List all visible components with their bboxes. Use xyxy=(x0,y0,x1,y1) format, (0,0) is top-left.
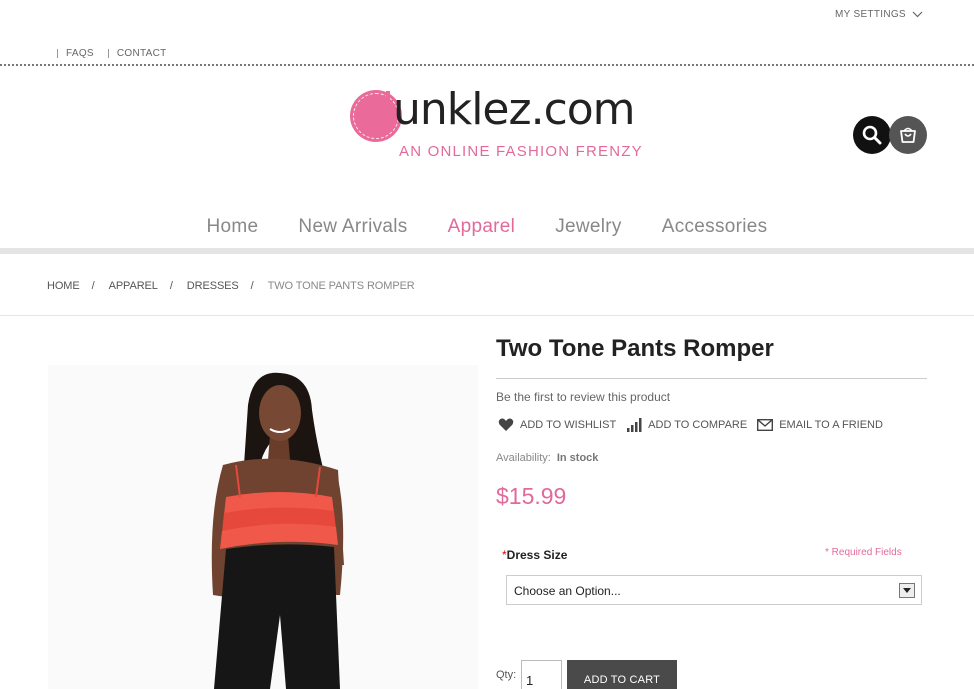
header-divider xyxy=(0,64,974,66)
wishlist-label: ADD TO WISHLIST xyxy=(520,419,617,431)
dress-size-select[interactable]: Choose an Option... xyxy=(506,575,922,605)
email-label: EMAIL TO A FRIEND xyxy=(779,419,883,431)
availability: Availability: In stock xyxy=(496,452,598,464)
cart-button[interactable] xyxy=(889,116,927,154)
title-divider xyxy=(496,378,927,379)
nav-new-arrivals[interactable]: New Arrivals xyxy=(278,216,427,238)
top-links: FAQS CONTACT xyxy=(57,48,181,59)
breadcrumb-apparel[interactable]: APPAREL xyxy=(109,280,158,292)
bar-chart-icon xyxy=(627,418,642,432)
nav-underline-bar xyxy=(0,248,974,254)
quantity-input[interactable]: 1 xyxy=(521,660,562,689)
breadcrumb: HOME / APPAREL / DRESSES / TWO TONE PANT… xyxy=(47,280,415,292)
product-image[interactable] xyxy=(48,365,478,689)
nav-jewelry[interactable]: Jewelry xyxy=(535,216,642,238)
stock-status: In stock xyxy=(556,452,599,464)
main-nav: Home New Arrivals Apparel Jewelry Access… xyxy=(0,216,974,238)
review-link[interactable]: Be the first to review this product xyxy=(496,390,670,404)
dropdown-arrow-icon xyxy=(899,583,915,598)
logo-wordmark: dunklez.com xyxy=(366,84,636,135)
divider xyxy=(57,49,58,58)
faqs-link[interactable]: FAQS xyxy=(66,48,94,59)
breadcrumb-separator: / xyxy=(91,280,95,292)
availability-label: Availability: xyxy=(496,452,551,464)
search-icon xyxy=(862,125,882,145)
nav-apparel[interactable]: Apparel xyxy=(428,216,536,238)
breadcrumb-dresses[interactable]: DRESSES xyxy=(187,280,239,292)
site-logo[interactable]: dunklez.com AN ONLINE FASHION FRENZY xyxy=(348,84,642,166)
add-to-cart-button[interactable]: ADD TO CART xyxy=(567,660,677,689)
shopping-bag-icon xyxy=(900,127,916,143)
heart-icon xyxy=(498,418,514,431)
my-settings-menu[interactable]: MY SETTINGS xyxy=(835,9,923,20)
breadcrumb-separator: / xyxy=(169,280,173,292)
chevron-down-icon xyxy=(912,11,923,18)
contact-link[interactable]: CONTACT xyxy=(117,48,167,59)
nav-accessories[interactable]: Accessories xyxy=(642,216,788,238)
product-actions: ADD TO WISHLIST ADD TO COMPARE EMAIL TO … xyxy=(498,418,893,432)
product-price: $15.99 xyxy=(496,483,567,509)
compare-label: ADD TO COMPARE xyxy=(648,419,748,431)
logo-tagline: AN ONLINE FASHION FRENZY xyxy=(399,143,643,160)
divider xyxy=(107,49,109,58)
nav-home[interactable]: Home xyxy=(187,216,279,238)
dress-size-select-value: Choose an Option... xyxy=(514,584,621,598)
product-photo-illustration xyxy=(48,365,478,689)
breadcrumb-divider xyxy=(0,315,974,316)
email-to-friend-link[interactable]: EMAIL TO A FRIEND xyxy=(757,419,883,431)
product-title: Two Tone Pants Romper xyxy=(496,335,774,362)
add-to-compare-link[interactable]: ADD TO COMPARE xyxy=(626,418,747,432)
breadcrumb-separator: / xyxy=(250,280,254,292)
breadcrumb-home[interactable]: HOME xyxy=(47,280,80,292)
my-settings-label: MY SETTINGS xyxy=(835,9,906,20)
envelope-icon xyxy=(757,419,774,431)
search-button[interactable] xyxy=(853,116,891,154)
dress-size-label: *Dress Size xyxy=(502,548,568,562)
qty-label: Qty: xyxy=(496,669,517,681)
add-to-wishlist-link[interactable]: ADD TO WISHLIST xyxy=(498,418,616,432)
breadcrumb-current: TWO TONE PANTS ROMPER xyxy=(267,280,415,292)
required-fields-note: * Required Fields xyxy=(825,547,902,558)
